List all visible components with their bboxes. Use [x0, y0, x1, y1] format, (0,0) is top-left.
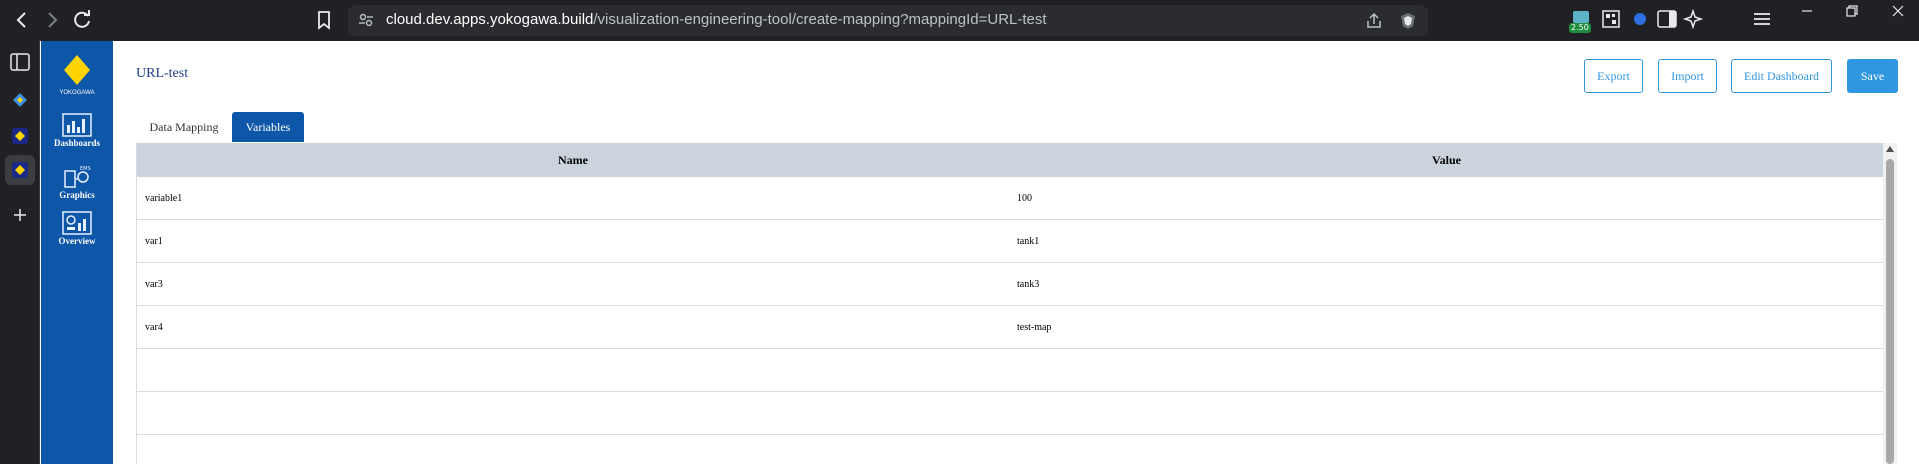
extension-badge: 2.50: [1569, 23, 1591, 33]
scroll-up-arrow-icon[interactable]: [1886, 146, 1894, 152]
browser-side-panel: [0, 41, 40, 464]
table-row[interactable]: var1 tank1: [137, 220, 1884, 263]
sidebar-item-dashboards[interactable]: Dashboards: [41, 113, 113, 148]
scrollbar-thumb[interactable]: [1886, 159, 1894, 464]
save-button[interactable]: Save: [1847, 59, 1898, 93]
profile-dot-icon[interactable]: [1632, 11, 1648, 27]
table-row[interactable]: variable1 100: [137, 177, 1884, 220]
sidebar-item-overview[interactable]: Overview: [41, 211, 113, 246]
browser-toolbar: cloud.dev.apps.yokogawa.build/visualizat…: [0, 0, 1919, 41]
table-row[interactable]: [137, 349, 1884, 392]
tab-favicon-icon[interactable]: [8, 88, 32, 112]
app-sidebar: YOKOGAWA Dashboards EMS Graphics Overvie…: [41, 41, 113, 464]
new-tab-icon[interactable]: [8, 203, 32, 227]
column-header-value[interactable]: Value: [1009, 143, 1884, 177]
sidebar-item-graphics[interactable]: EMS Graphics: [41, 165, 113, 200]
minimize-icon[interactable]: [1800, 4, 1814, 18]
url-domain: cloud.dev.apps.yokogawa.build: [386, 11, 594, 28]
reload-icon[interactable]: [70, 8, 94, 32]
value-cell[interactable]: tank1: [1017, 220, 1039, 263]
leo-ai-icon[interactable]: [1683, 9, 1703, 29]
bookmark-icon[interactable]: [312, 8, 336, 32]
sidebar-toggle-icon[interactable]: [1657, 10, 1677, 28]
menu-icon[interactable]: [1752, 10, 1772, 28]
tab-favicon-active-icon[interactable]: [5, 155, 35, 185]
page-title: URL-test: [136, 66, 189, 81]
url-path: /visualization-engineering-tool/create-m…: [593, 11, 1047, 28]
sidebar-item-label: Graphics: [59, 190, 95, 200]
value-cell[interactable]: tank3: [1017, 263, 1039, 306]
tab-favicon-icon[interactable]: [8, 124, 32, 148]
brave-shield-icon[interactable]: [1398, 11, 1418, 31]
yokogawa-logo[interactable]: YOKOGAWA: [58, 53, 96, 97]
table-row[interactable]: var3 tank3: [137, 263, 1884, 306]
name-cell[interactable]: var3: [145, 263, 163, 306]
logo-text: YOKOGAWA: [59, 90, 95, 96]
sidebar-item-label: Dashboards: [53, 138, 100, 148]
svg-text:EMS: EMS: [80, 166, 91, 172]
tab-variables[interactable]: Variables: [232, 112, 304, 142]
table-scrollbar[interactable]: [1883, 143, 1897, 464]
extension-icon[interactable]: [1572, 10, 1590, 24]
tabs-panel-icon[interactable]: [8, 50, 32, 74]
address-bar[interactable]: cloud.dev.apps.yokogawa.build/visualizat…: [348, 5, 1428, 36]
export-button[interactable]: Export: [1584, 59, 1643, 93]
dashboards-icon: [62, 113, 92, 137]
overview-icon: [62, 211, 92, 235]
import-button[interactable]: Import: [1658, 59, 1717, 93]
sidebar-item-label: Overview: [58, 236, 96, 246]
share-icon[interactable]: [1364, 11, 1384, 31]
graphics-icon: EMS: [62, 165, 92, 189]
tab-data-mapping[interactable]: Data Mapping: [142, 112, 226, 142]
name-cell[interactable]: var4: [145, 306, 163, 349]
value-cell[interactable]: 100: [1017, 177, 1032, 220]
table-header: Name Value: [137, 143, 1884, 177]
name-cell[interactable]: variable1: [145, 177, 182, 220]
restore-icon[interactable]: [1845, 4, 1859, 18]
name-cell[interactable]: var1: [145, 220, 163, 263]
site-settings-icon[interactable]: [358, 12, 374, 28]
url-text[interactable]: cloud.dev.apps.yokogawa.build/visualizat…: [386, 11, 1047, 28]
back-icon[interactable]: [10, 8, 34, 32]
close-icon[interactable]: [1891, 4, 1905, 18]
value-cell[interactable]: test-map: [1017, 306, 1051, 349]
qr-code-icon[interactable]: [1602, 10, 1620, 28]
table-row[interactable]: [137, 392, 1884, 435]
column-header-name[interactable]: Name: [137, 143, 1009, 177]
edit-dashboard-button[interactable]: Edit Dashboard: [1731, 59, 1832, 93]
table-row[interactable]: var4 test-map: [137, 306, 1884, 349]
variables-table: Name Value variable1 100 var1 tank1 var3…: [136, 143, 1884, 464]
forward-icon[interactable]: [40, 8, 64, 32]
